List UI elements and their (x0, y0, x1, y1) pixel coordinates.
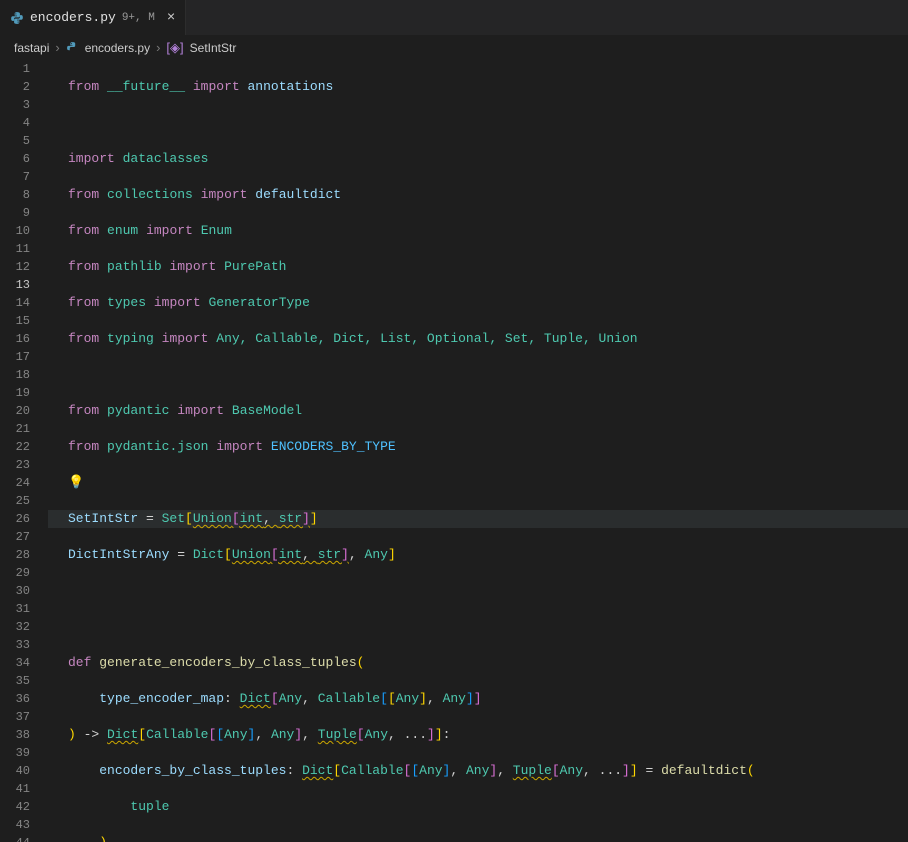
line-number: 29 (0, 564, 44, 582)
line-number: 28 (0, 546, 44, 564)
line-number: 24 (0, 474, 44, 492)
line-number: 34 (0, 654, 44, 672)
symbol-variable-icon: [◈] (166, 40, 183, 56)
line-number: 38 (0, 726, 44, 744)
line-number: 43 (0, 816, 44, 834)
line-number: 18 (0, 366, 44, 384)
line-number: 2 (0, 78, 44, 96)
line-number: 22 (0, 438, 44, 456)
breadcrumb-folder[interactable]: fastapi (14, 41, 49, 55)
tab-bar: encoders.py 9+, M × (0, 0, 908, 35)
line-number: 32 (0, 618, 44, 636)
chevron-right-icon: › (55, 40, 59, 55)
line-gutter: 1234567891011121314151617181920212223242… (0, 60, 48, 842)
tab-filename: encoders.py (30, 10, 116, 25)
line-number: 13 (0, 276, 44, 294)
line-number: 41 (0, 780, 44, 798)
line-number: 42 (0, 798, 44, 816)
line-number: 35 (0, 672, 44, 690)
line-number: 37 (0, 708, 44, 726)
line-number: 20 (0, 402, 44, 420)
line-number: 1 (0, 60, 44, 78)
line-number: 19 (0, 384, 44, 402)
line-number: 10 (0, 222, 44, 240)
line-number: 16 (0, 330, 44, 348)
line-number: 21 (0, 420, 44, 438)
breadcrumb-symbol[interactable]: SetIntStr (190, 41, 237, 55)
line-number: 11 (0, 240, 44, 258)
line-number: 30 (0, 582, 44, 600)
line-number: 3 (0, 96, 44, 114)
line-number: 36 (0, 690, 44, 708)
line-number: 17 (0, 348, 44, 366)
tab-encoders[interactable]: encoders.py 9+, M × (0, 0, 186, 35)
line-number: 5 (0, 132, 44, 150)
line-number: 9 (0, 204, 44, 222)
breadcrumb: fastapi › encoders.py › [◈] SetIntStr (0, 35, 908, 60)
line-number: 14 (0, 294, 44, 312)
line-number: 25 (0, 492, 44, 510)
line-number: 23 (0, 456, 44, 474)
python-file-icon (66, 41, 79, 54)
chevron-right-icon: › (156, 40, 160, 55)
lightbulb-icon[interactable]: 💡 (68, 475, 84, 490)
line-number: 4 (0, 114, 44, 132)
line-number: 6 (0, 150, 44, 168)
code-area[interactable]: from __future__ import annotations impor… (48, 60, 908, 842)
line-number: 40 (0, 762, 44, 780)
line-number: 39 (0, 744, 44, 762)
line-number: 33 (0, 636, 44, 654)
line-number: 31 (0, 600, 44, 618)
line-number: 7 (0, 168, 44, 186)
close-icon[interactable]: × (167, 10, 175, 26)
line-number: 27 (0, 528, 44, 546)
line-number: 15 (0, 312, 44, 330)
line-number: 12 (0, 258, 44, 276)
tab-git-status: 9+, M (122, 12, 155, 24)
line-number: 8 (0, 186, 44, 204)
line-number: 44 (0, 834, 44, 842)
line-number: 26 (0, 510, 44, 528)
editor[interactable]: 1234567891011121314151617181920212223242… (0, 60, 908, 842)
python-file-icon (10, 11, 24, 25)
breadcrumb-file[interactable]: encoders.py (85, 41, 150, 55)
